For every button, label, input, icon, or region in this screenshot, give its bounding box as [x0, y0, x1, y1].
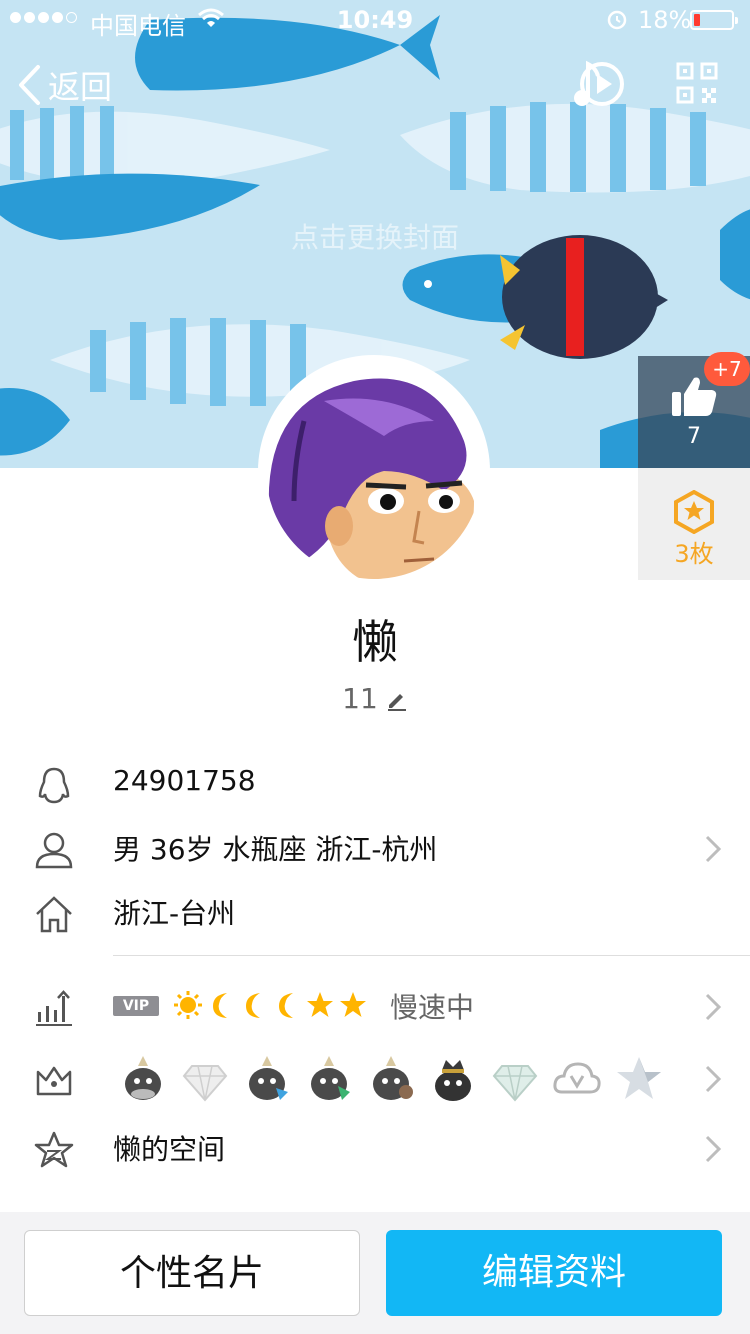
accelerate-status: 慢速中 — [390, 991, 475, 1024]
hometown-text: 浙江-台州 — [113, 897, 236, 930]
avatar-image — [264, 361, 484, 581]
star-badge — [617, 1057, 661, 1099]
medal-icon — [674, 490, 714, 534]
chevron-right-icon — [705, 1065, 722, 1093]
level-icons — [174, 990, 367, 1020]
back-chevron-icon — [19, 65, 40, 105]
moon-icon — [279, 993, 293, 1018]
star-icon — [307, 992, 333, 1017]
music-play-icon — [574, 60, 624, 106]
status-bar: 中国电信 10:49 18% — [0, 0, 750, 40]
star-icon — [340, 992, 366, 1017]
vip-level-row[interactable]: VIP 慢速中 — [0, 974, 750, 1038]
crown-penguin-badge — [435, 1060, 471, 1101]
battery-icon — [690, 10, 738, 30]
music-button[interactable] — [570, 58, 630, 114]
chevron-right-icon — [705, 1135, 722, 1163]
moon-icon — [213, 993, 227, 1018]
diamond-badge — [492, 1065, 538, 1102]
edit-pencil-icon[interactable] — [386, 689, 408, 711]
penguin-badge — [311, 1056, 350, 1100]
level-chart-icon — [36, 990, 72, 1026]
qzone-label: 懒的空间 — [113, 1133, 226, 1166]
chevron-right-icon — [705, 993, 722, 1021]
qzone-row[interactable]: 懒的空间 — [0, 1116, 750, 1180]
level-row[interactable]: 11 — [0, 682, 750, 715]
battery-percentage: 18% — [638, 6, 692, 34]
cloud-v-badge — [553, 1062, 601, 1094]
penguin-outline-icon — [38, 767, 70, 804]
edit-profile-button[interactable]: 编辑资料 — [386, 1230, 722, 1316]
medal-count: 3枚 — [674, 540, 714, 568]
change-cover-hint[interactable]: 点击更换封面 — [0, 216, 750, 256]
level-number: 11 — [342, 682, 378, 715]
basic-info-row[interactable]: 男 36岁 水瓶座 浙江-杭州 — [0, 816, 750, 880]
qq-number: 24901758 — [113, 764, 256, 797]
badge-icons — [118, 1054, 664, 1104]
qr-code-button[interactable] — [676, 62, 718, 108]
diamond-badge — [182, 1065, 228, 1102]
basic-info-text: 男 36岁 水瓶座 浙江-杭州 — [113, 833, 438, 866]
qzone-star-icon — [34, 1131, 74, 1168]
nickname: 懒 — [352, 615, 398, 669]
personal-card-button[interactable]: 个性名片 — [24, 1230, 360, 1316]
new-likes-badge: +7 — [704, 352, 750, 386]
qq-number-row: 24901758 — [0, 752, 750, 816]
badges-row[interactable] — [0, 1046, 750, 1110]
home-icon — [36, 896, 72, 933]
penguin-badge — [373, 1056, 413, 1100]
hometown-row: 浙江-台州 — [0, 880, 750, 944]
penguin-badge — [125, 1056, 161, 1100]
penguin-badge — [249, 1056, 288, 1100]
chevron-right-icon — [705, 835, 722, 863]
moon-icon — [246, 993, 260, 1018]
sun-icon — [174, 991, 202, 1019]
alarm-icon — [607, 10, 627, 30]
crown-icon — [36, 1066, 72, 1096]
back-label: 返回 — [48, 68, 113, 106]
medal-button[interactable]: 3枚 — [638, 468, 750, 580]
back-button[interactable]: 返回 — [16, 60, 112, 110]
like-count: 7 — [687, 424, 701, 449]
person-icon — [35, 832, 73, 869]
avatar[interactable] — [258, 355, 490, 587]
vip-badge: VIP — [113, 996, 159, 1016]
section-divider — [113, 955, 750, 956]
qr-code-icon — [676, 62, 718, 104]
